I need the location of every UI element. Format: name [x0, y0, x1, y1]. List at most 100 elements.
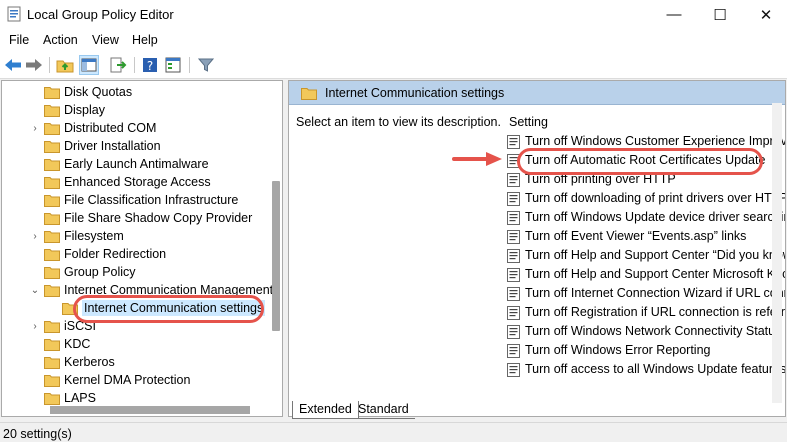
- description-text: Select an item to view its description.: [296, 115, 501, 129]
- setting-row[interactable]: Turn off Internet Connection Wizard if U…: [507, 285, 785, 303]
- policy-setting-icon: [507, 135, 520, 149]
- filter-button[interactable]: [196, 55, 216, 75]
- toolbar-separator: [189, 57, 190, 73]
- root-certificates-highlight: [517, 148, 763, 175]
- chevron-right-icon[interactable]: ›: [30, 321, 40, 332]
- folder-icon: [44, 357, 60, 369]
- tree-item[interactable]: › Distributed COM: [2, 119, 282, 137]
- setting-label: Turn off Registration if URL connection …: [525, 305, 786, 319]
- minimize-icon: —: [666, 6, 682, 23]
- properties-button[interactable]: [163, 55, 183, 75]
- forward-arrow-icon: [26, 59, 42, 71]
- help-icon: ?: [143, 58, 157, 73]
- policy-setting-icon: [507, 287, 520, 301]
- tree-item[interactable]: Enhanced Storage Access: [2, 173, 282, 191]
- help-button[interactable]: ?: [140, 55, 160, 75]
- policy-setting-icon: [507, 211, 520, 225]
- tree-item[interactable]: Driver Installation: [2, 137, 282, 155]
- forward-button[interactable]: [24, 55, 44, 75]
- chevron-right-icon[interactable]: ›: [30, 231, 40, 242]
- title-bar: Local Group Policy Editor — ☐ ✕: [0, 0, 787, 29]
- settings-vertical-scrollbar[interactable]: [772, 103, 782, 403]
- setting-label: Turn off Windows Error Reporting: [525, 343, 711, 357]
- setting-row[interactable]: Turn off Windows Update device driver se…: [507, 209, 785, 227]
- tree-item[interactable]: Kernel DMA Protection: [2, 371, 282, 389]
- setting-row[interactable]: Turn off Registration if URL connection …: [507, 304, 785, 322]
- menu-help[interactable]: Help: [132, 33, 158, 47]
- folder-icon: [44, 231, 60, 243]
- view-tabs: Extended Standard: [288, 401, 786, 419]
- policy-setting-icon: [507, 363, 520, 377]
- menu-action[interactable]: Action: [43, 33, 78, 47]
- up-folder-icon: [56, 60, 74, 73]
- policy-setting-icon: [507, 306, 520, 320]
- setting-row[interactable]: Turn off Event Viewer “Events.asp” links: [507, 228, 772, 246]
- policy-setting-icon: [507, 344, 520, 358]
- back-button[interactable]: [3, 55, 23, 75]
- tree-vertical-scrollbar-thumb[interactable]: [272, 181, 280, 331]
- menu-view[interactable]: View: [92, 33, 119, 47]
- tree-item[interactable]: Early Launch Antimalware: [2, 155, 282, 173]
- setting-label: Turn off access to all Windows Update fe…: [525, 362, 786, 376]
- folder-icon: [44, 105, 60, 117]
- folder-icon: [44, 195, 60, 207]
- tab-extended[interactable]: Extended: [292, 401, 359, 419]
- setting-row[interactable]: Turn off Help and Support Center “Did yo…: [507, 247, 785, 265]
- tree-item[interactable]: › Filesystem: [2, 227, 282, 245]
- tree-item[interactable]: File Classification Infrastructure: [2, 191, 282, 209]
- setting-label: Turn off Windows Network Connectivity St…: [525, 324, 786, 338]
- tree-pane[interactable]: Disk Quotas Display › Distributed COM Driver…: [1, 80, 283, 417]
- menu-file[interactable]: File: [9, 33, 29, 47]
- tree-item-label: File Classification Infrastructure: [64, 193, 239, 207]
- setting-label: Turn off Windows Customer Experience Imp…: [525, 134, 786, 148]
- tree-item[interactable]: KDC: [2, 335, 282, 353]
- chevron-right-icon[interactable]: ›: [30, 123, 40, 134]
- setting-row[interactable]: Turn off Windows Network Connectivity St…: [507, 323, 785, 341]
- setting-column-header[interactable]: Setting: [509, 115, 548, 129]
- tree-item[interactable]: Group Policy: [2, 263, 282, 281]
- tree-item[interactable]: Disk Quotas: [2, 83, 282, 101]
- tree-item[interactable]: Display: [2, 101, 282, 119]
- setting-row[interactable]: Turn off access to all Windows Update fe…: [507, 361, 785, 379]
- tree-item[interactable]: Folder Redirection: [2, 245, 282, 263]
- tree-item[interactable]: File Share Shadow Copy Provider: [2, 209, 282, 227]
- folder-icon: [44, 249, 60, 261]
- policy-setting-icon: [507, 325, 520, 339]
- back-arrow-icon: [5, 59, 21, 71]
- tree-item-label: Folder Redirection: [64, 247, 167, 261]
- chevron-down-icon[interactable]: ⌄: [30, 285, 40, 296]
- setting-row[interactable]: Turn off Windows Error Reporting: [507, 342, 772, 360]
- tab-standard[interactable]: Standard: [352, 401, 415, 419]
- folder-icon: [44, 87, 60, 99]
- status-text: 20 setting(s): [3, 427, 72, 441]
- filter-icon: [198, 58, 214, 72]
- toolbar: ?: [0, 51, 787, 79]
- folder-icon: [44, 375, 60, 387]
- tree-item-label: Driver Installation: [64, 139, 161, 153]
- folder-icon: [44, 339, 60, 351]
- setting-row[interactable]: Turn off downloading of print drivers ov…: [507, 190, 785, 208]
- tree-item[interactable]: LAPS: [2, 389, 282, 407]
- up-one-level-button[interactable]: [55, 55, 75, 75]
- tree-item[interactable]: Kerberos: [2, 353, 282, 371]
- setting-label: Turn off Internet Connection Wizard if U…: [525, 286, 786, 300]
- close-button[interactable]: ✕: [743, 0, 787, 29]
- export-list-icon: [110, 57, 127, 73]
- tree-item-label: LAPS: [64, 391, 96, 405]
- tree-item-label: KDC: [64, 337, 91, 351]
- folder-icon: [44, 321, 60, 333]
- group-policy-app-icon: [7, 6, 21, 22]
- export-list-button[interactable]: [108, 55, 128, 75]
- policy-setting-icon: [507, 173, 520, 187]
- tree-item-label: Group Policy: [64, 265, 136, 279]
- show-hide-tree-button[interactable]: [79, 55, 99, 75]
- status-bar: 20 setting(s): [0, 422, 787, 442]
- setting-row[interactable]: Turn off Help and Support Center Microso…: [507, 266, 785, 284]
- tree-item-label: Disk Quotas: [64, 85, 133, 99]
- tree-horizontal-scrollbar-thumb[interactable]: [50, 406, 250, 414]
- setting-label: Turn off downloading of print drivers ov…: [525, 191, 786, 205]
- maximize-button[interactable]: ☐: [697, 0, 743, 29]
- minimize-button[interactable]: —: [651, 0, 697, 29]
- properties-icon: [165, 57, 181, 73]
- tree-item-label: Filesystem: [64, 229, 124, 243]
